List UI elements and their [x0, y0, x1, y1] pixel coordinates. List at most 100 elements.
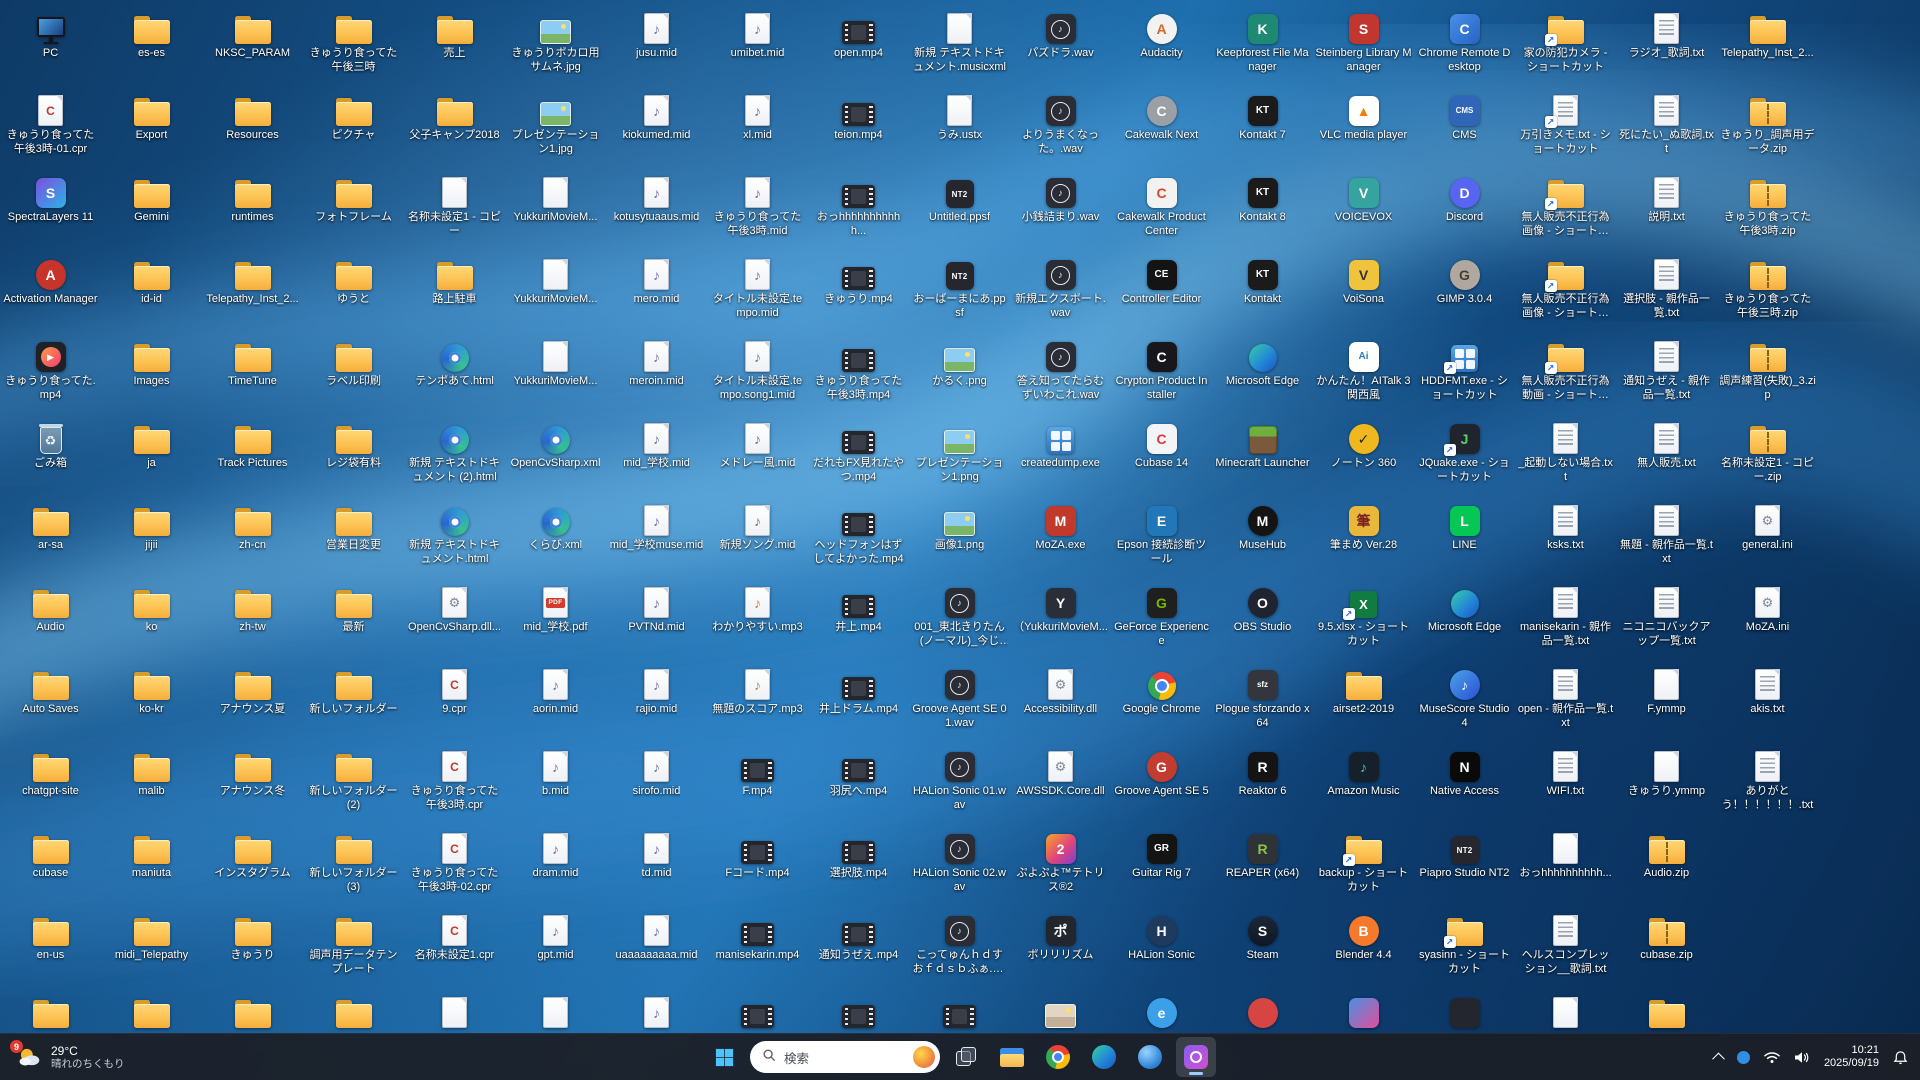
- desktop-icon[interactable]: F.ymmp: [1616, 660, 1717, 742]
- desktop-icon[interactable]: CChrome Remote Desktop: [1414, 4, 1515, 86]
- desktop-icon[interactable]: RReaktor 6: [1212, 742, 1313, 824]
- desktop-icon[interactable]: ↗万引きメモ.txt - ショートカット: [1515, 86, 1616, 168]
- desktop-icon[interactable]: ↗backup - ショートカット: [1313, 824, 1414, 906]
- desktop-icon[interactable]: 筆筆まめ Ver.28: [1313, 496, 1414, 578]
- desktop-icon[interactable]: CMSCMS: [1414, 86, 1515, 168]
- taskbar-clock[interactable]: 10:21 2025/09/19: [1824, 1044, 1879, 1070]
- desktop-icon[interactable]: ♪わかりやすい.mp3: [707, 578, 808, 660]
- desktop-icon[interactable]: CCubase 14: [1111, 414, 1212, 496]
- desktop-icon[interactable]: Track Pictures: [202, 414, 303, 496]
- edge-profile-taskbar-button[interactable]: [1130, 1037, 1170, 1077]
- desktop-icon[interactable]: レジ袋有料: [303, 414, 404, 496]
- desktop-icon[interactable]: PC: [0, 4, 101, 86]
- desktop-icon[interactable]: createdump.exe: [1010, 414, 1111, 496]
- desktop-icon[interactable]: 売上: [404, 4, 505, 86]
- desktop-icon[interactable]: 死にたい_ぬ歌詞.txt: [1616, 86, 1717, 168]
- desktop-icon[interactable]: 新規 テキストドキュメント.musicxml: [909, 4, 1010, 86]
- desktop-icon[interactable]: ♪タイトル未設定.tempo.mid: [707, 250, 808, 332]
- desktop-icon[interactable]: ポポリリリズム: [1010, 906, 1111, 988]
- desktop-icon[interactable]: ♪新規ソング.mid: [707, 496, 808, 578]
- desktop-icon[interactable]: YukkuriMovieM...: [505, 332, 606, 414]
- desktop-icon[interactable]: es-es: [101, 4, 202, 86]
- desktop-icon[interactable]: おっhhhhhhhhhh...: [1515, 824, 1616, 906]
- desktop-icon[interactable]: AActivation Manager: [0, 250, 101, 332]
- desktop-icon[interactable]: きゅうり: [202, 906, 303, 988]
- desktop-icon[interactable]: プレゼンテーション1.jpg: [505, 86, 606, 168]
- desktop-icon[interactable]: Microsoft Edge: [1414, 578, 1515, 660]
- desktop-icon[interactable]: Aiかんたん！AITalk 3 関西風: [1313, 332, 1414, 414]
- desktop-icon[interactable]: 井上ドラム.mp4: [808, 660, 909, 742]
- desktop-icon[interactable]: ko-kr: [101, 660, 202, 742]
- desktop-icon[interactable]: Cきゅうり食ってた午後3時.cpr: [404, 742, 505, 824]
- desktop-icon[interactable]: YukkuriMovieM...: [505, 250, 606, 332]
- desktop-icon[interactable]: ↗syasinn - ショートカット: [1414, 906, 1515, 988]
- desktop-icon[interactable]: Cきゅうり食ってた午後3時-01.cpr: [0, 86, 101, 168]
- desktop-icon[interactable]: ニコニコバックアップ一覧.txt: [1616, 578, 1717, 660]
- desktop-icon[interactable]: malib: [101, 742, 202, 824]
- desktop-icon[interactable]: ♪gpt.mid: [505, 906, 606, 988]
- task-view-button[interactable]: [946, 1037, 986, 1077]
- desktop-icon[interactable]: Telepathy_Inst_2...: [202, 250, 303, 332]
- desktop-icon[interactable]: 説明.txt: [1616, 168, 1717, 250]
- desktop-icon[interactable]: ♪MuseScore Studio 4: [1414, 660, 1515, 742]
- desktop-icon[interactable]: ♪kiokumed.mid: [606, 86, 707, 168]
- desktop-icon[interactable]: ♪答え知ってたらむずいわこれ.wav: [1010, 332, 1111, 414]
- desktop-icon[interactable]: zh-cn: [202, 496, 303, 578]
- desktop-icon[interactable]: Auto Saves: [0, 660, 101, 742]
- desktop-icon[interactable]: C名称未設定1.cpr: [404, 906, 505, 988]
- desktop-icon[interactable]: manisekarin - 親作品一覧.txt: [1515, 578, 1616, 660]
- desktop-icon[interactable]: ⚙AWSSDK.Core.dll: [1010, 742, 1111, 824]
- desktop-icon[interactable]: HHALion Sonic: [1111, 906, 1212, 988]
- desktop-icon[interactable]: ⚙general.ini: [1717, 496, 1818, 578]
- desktop-icon[interactable]: ksks.txt: [1515, 496, 1616, 578]
- desktop-icon[interactable]: SSteinberg Library Manager: [1313, 4, 1414, 86]
- desktop-icon[interactable]: ko: [101, 578, 202, 660]
- desktop-icon[interactable]: インスタグラム: [202, 824, 303, 906]
- desktop-icon[interactable]: きゅうり.mp4: [808, 250, 909, 332]
- chrome-taskbar-button[interactable]: [1038, 1037, 1078, 1077]
- desktop-icon[interactable]: KTKontakt 7: [1212, 86, 1313, 168]
- desktop-icon[interactable]: 無人販売.txt: [1616, 414, 1717, 496]
- desktop-icon[interactable]: open - 親作品一覧.txt: [1515, 660, 1616, 742]
- desktop-icon[interactable]: ♪Groove Agent SE 01.wav: [909, 660, 1010, 742]
- hidden-icons-chevron-button[interactable]: [1714, 1053, 1723, 1062]
- desktop-icon[interactable]: 羽尻へ.mp4: [808, 742, 909, 824]
- desktop-icon[interactable]: ▲VLC media player: [1313, 86, 1414, 168]
- desktop-icon[interactable]: GRGuitar Rig 7: [1111, 824, 1212, 906]
- desktop-icon[interactable]: アナウンス夏: [202, 660, 303, 742]
- desktop-icon[interactable]: OpenCvSharp.xml: [505, 414, 606, 496]
- desktop-icon[interactable]: 最新: [303, 578, 404, 660]
- desktop-icon[interactable]: ♪dram.mid: [505, 824, 606, 906]
- desktop-icon[interactable]: ♪きゅうり食ってた午後3時.mid: [707, 168, 808, 250]
- desktop-icon[interactable]: Audio: [0, 578, 101, 660]
- desktop-icon[interactable]: ♪mid_学校muse.mid: [606, 496, 707, 578]
- desktop-icon[interactable]: NNative Access: [1414, 742, 1515, 824]
- desktop-icon[interactable]: テンポあて.html: [404, 332, 505, 414]
- wifi-button[interactable]: [1764, 1051, 1780, 1064]
- desktop-icon[interactable]: X↗9.5.xlsx - ショートカット: [1313, 578, 1414, 660]
- desktop-icon[interactable]: GGIMP 3.0.4: [1414, 250, 1515, 332]
- desktop-icon[interactable]: ♪メドレー風.mid: [707, 414, 808, 496]
- desktop-icon[interactable]: 名称未設定1 - コピー.zip: [1717, 414, 1818, 496]
- desktop-icon[interactable]: airset2-2019: [1313, 660, 1414, 742]
- desktop-icon[interactable]: maniuta: [101, 824, 202, 906]
- desktop-icon[interactable]: Images: [101, 332, 202, 414]
- desktop-icon[interactable]: GGroove Agent SE 5: [1111, 742, 1212, 824]
- notification-bell-button[interactable]: [1893, 1050, 1908, 1065]
- desktop-icon[interactable]: 通知うぜえ.mp4: [808, 906, 909, 988]
- desktop-icon[interactable]: ⚙MoZA.ini: [1717, 578, 1818, 660]
- desktop-icon[interactable]: MMoZA.exe: [1010, 496, 1111, 578]
- desktop-icon[interactable]: ♪Amazon Music: [1313, 742, 1414, 824]
- desktop-icon[interactable]: ♪新規エクスポート.wav: [1010, 250, 1111, 332]
- desktop-icon[interactable]: ♪よりうまくなった。.wav: [1010, 86, 1111, 168]
- desktop-icon[interactable]: PDFmid_学校.pdf: [505, 578, 606, 660]
- desktop-icon[interactable]: jijii: [101, 496, 202, 578]
- desktop-icon[interactable]: ⚙Accessibility.dll: [1010, 660, 1111, 742]
- desktop-icon[interactable]: C9.cpr: [404, 660, 505, 742]
- desktop-icon[interactable]: きゅうり食ってた午後3時.zip: [1717, 168, 1818, 250]
- desktop-icon[interactable]: sfzPlogue sforzando x64: [1212, 660, 1313, 742]
- desktop-icon[interactable]: おっhhhhhhhhhhh...: [808, 168, 909, 250]
- desktop-icon[interactable]: Cきゅうり食ってた午後3時-02.cpr: [404, 824, 505, 906]
- desktop-icon[interactable]: 新しいフォルダー (3): [303, 824, 404, 906]
- desktop-icon[interactable]: ♪パズドラ.wav: [1010, 4, 1111, 86]
